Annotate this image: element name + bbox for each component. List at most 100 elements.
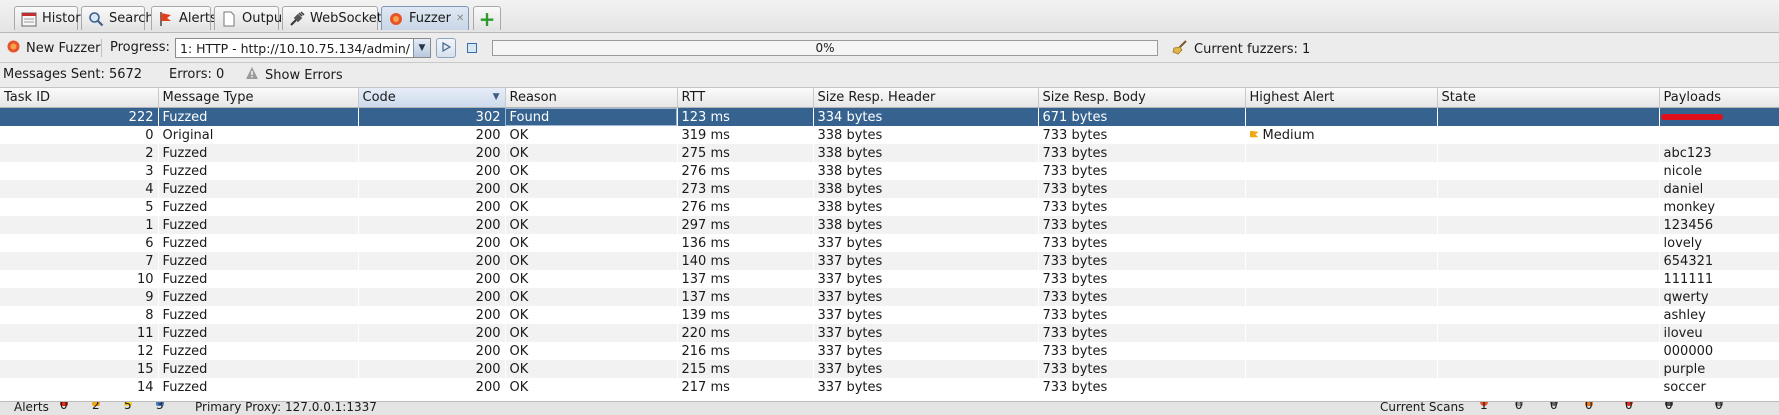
cell-type: Fuzzed bbox=[162, 199, 208, 215]
cell-body: 733 bytes bbox=[1038, 324, 1245, 342]
cell-id: 8 bbox=[145, 307, 154, 323]
table-row[interactable]: 4 Fuzzed 200 OK 273 ms 338 bytes 733 bytes dani… bbox=[0, 180, 1779, 198]
show-errors-button[interactable]: Show Errors bbox=[245, 66, 343, 84]
cell-reason: OK bbox=[509, 235, 529, 251]
table-row[interactable]: 6 Fuzzed 200 OK 136 ms 337 bytes 733 bytes love… bbox=[0, 234, 1779, 252]
cell-reason: OK bbox=[505, 144, 677, 162]
progress-select-value: 1: HTTP - http://10.10.75.134/admin/ bbox=[180, 40, 410, 56]
cell-code: 200 bbox=[475, 271, 501, 287]
table-row[interactable]: 2 Fuzzed 200 OK 275 ms 338 bytes 733 bytes abc1… bbox=[0, 144, 1779, 162]
stop-icon bbox=[467, 43, 477, 53]
cell-code: 200 bbox=[475, 127, 501, 143]
table-row[interactable]: 15 Fuzzed 200 OK 215 ms 337 bytes 733 bytes pur… bbox=[0, 360, 1779, 378]
cell-reason: OK bbox=[505, 252, 677, 270]
cell-hdr: 338 bytes bbox=[813, 216, 1038, 234]
cell-rtt: 276 ms bbox=[681, 163, 730, 179]
column-header-highest-alert[interactable]: Highest Alert bbox=[1245, 88, 1438, 108]
table-row[interactable]: 8 Fuzzed 200 OK 139 ms 337 bytes 733 bytes ashl… bbox=[0, 306, 1779, 324]
cell-rtt: 139 ms bbox=[681, 307, 730, 323]
cell-id: 11 bbox=[0, 324, 158, 342]
chevron-down-icon[interactable]: ▼ bbox=[413, 39, 430, 57]
footer-alerts-label: Alerts bbox=[14, 401, 49, 414]
column-header-state[interactable]: State bbox=[1437, 88, 1660, 108]
cell-payload: qwerty bbox=[1659, 288, 1779, 306]
cell-rtt: 123 ms bbox=[677, 107, 813, 126]
cell-body: 733 bytes bbox=[1038, 216, 1245, 234]
cell-payload: purple bbox=[1659, 360, 1779, 378]
column-header-reason[interactable]: Reason bbox=[505, 88, 678, 108]
progress-bar-text: 0% bbox=[815, 41, 835, 55]
plug-icon bbox=[289, 10, 305, 27]
cell-code: 200 bbox=[358, 360, 505, 378]
cell-reason: OK bbox=[509, 127, 529, 143]
cell-state bbox=[1437, 360, 1659, 378]
cell-rtt: 220 ms bbox=[677, 324, 813, 342]
column-header-task-id[interactable]: Task ID bbox=[0, 88, 159, 108]
table-row[interactable]: 3 Fuzzed 200 OK 276 ms 338 bytes 733 bytes nico… bbox=[0, 162, 1779, 180]
table-row[interactable]: 1 Fuzzed 200 OK 297 ms 338 bytes 733 bytes 1234… bbox=[0, 216, 1779, 234]
table-row[interactable]: 222 Fuzzed 302 Found 123 ms 334 bytes 671 byte… bbox=[0, 107, 1779, 126]
cell-id: 3 bbox=[145, 163, 154, 179]
cell-reason: OK bbox=[509, 379, 529, 395]
table-row[interactable]: 12 Fuzzed 200 OK 216 ms 337 bytes 733 bytes 000… bbox=[0, 342, 1779, 360]
column-header-message-type[interactable]: Message Type bbox=[158, 88, 359, 108]
cell-code: 200 bbox=[358, 288, 505, 306]
table-row[interactable]: 9 Fuzzed 200 OK 137 ms 337 bytes 733 bytes qwer… bbox=[0, 288, 1779, 306]
cell-alert bbox=[1245, 378, 1437, 396]
broom-icon[interactable] bbox=[1172, 39, 1188, 59]
cell-payload: monkey bbox=[1663, 199, 1716, 215]
cell-body: 733 bytes bbox=[1042, 199, 1108, 215]
cell-code: 200 bbox=[475, 235, 501, 251]
cell-code: 200 bbox=[358, 252, 505, 270]
table-row[interactable]: 0 Original 200 OK 319 ms 338 bytes 733 bytes Me… bbox=[0, 126, 1779, 144]
pin-icon[interactable]: ✕ bbox=[456, 13, 464, 24]
flag-icon bbox=[158, 11, 174, 27]
tab-fuzzer[interactable]: Fuzzer ✕ bbox=[381, 6, 469, 30]
cell-reason: OK bbox=[509, 163, 529, 179]
cell-body: 671 bytes bbox=[1038, 107, 1245, 126]
table-row[interactable]: 14 Fuzzed 200 OK 217 ms 337 bytes 733 bytes soc… bbox=[0, 378, 1779, 396]
cell-code: 200 bbox=[475, 307, 501, 323]
tab-output[interactable]: Output bbox=[214, 6, 287, 30]
cell-alert bbox=[1245, 288, 1437, 306]
column-header-size-resp-header[interactable]: Size Resp. Header bbox=[813, 88, 1039, 108]
cell-reason: OK bbox=[509, 271, 529, 287]
tab-search[interactable]: Search bbox=[81, 6, 154, 30]
cell-type: Fuzzed bbox=[158, 288, 358, 306]
tab-alerts[interactable]: Alerts bbox=[151, 6, 217, 30]
tab-websockets[interactable]: WebSockets bbox=[282, 6, 389, 30]
cell-alert bbox=[1245, 144, 1437, 162]
column-header-rtt[interactable]: RTT bbox=[677, 88, 814, 108]
column-header-size-resp-body[interactable]: Size Resp. Body bbox=[1038, 88, 1246, 108]
cell-code: 200 bbox=[475, 199, 501, 215]
new-fuzzer-button[interactable]: New Fuzzer bbox=[6, 38, 100, 58]
cell-alert bbox=[1245, 216, 1437, 234]
cell-hdr: 337 bytes bbox=[813, 252, 1038, 270]
add-tab-button[interactable]: + bbox=[473, 6, 501, 30]
cell-type: Fuzzed bbox=[158, 107, 358, 126]
cell-rtt: 275 ms bbox=[677, 144, 813, 162]
cell-rtt: 136 ms bbox=[681, 235, 730, 251]
progress-bar: 0% bbox=[492, 40, 1158, 56]
progress-select[interactable]: 1: HTTP - http://10.10.75.134/admin/ ▼ bbox=[175, 38, 431, 58]
cell-type: Fuzzed bbox=[158, 252, 358, 270]
table-row[interactable]: 7 Fuzzed 200 OK 140 ms 337 bytes 733 bytes 6543… bbox=[0, 252, 1779, 270]
column-header-code[interactable]: Code ▼ bbox=[358, 88, 506, 108]
table-row[interactable]: 11 Fuzzed 200 OK 220 ms 337 bytes 733 bytes ilo… bbox=[0, 324, 1779, 342]
table-row[interactable]: 5 Fuzzed 200 OK 276 ms 338 bytes 733 bytes monk… bbox=[0, 198, 1779, 216]
cell-id: 1 bbox=[0, 216, 158, 234]
cell-state bbox=[1437, 234, 1659, 252]
medium-flag-icon bbox=[1249, 130, 1259, 138]
table-row[interactable]: 10 Fuzzed 200 OK 137 ms 337 bytes 733 bytes 111… bbox=[0, 270, 1779, 288]
cell-code: 200 bbox=[475, 163, 501, 179]
cell-payload: daniel bbox=[1659, 180, 1779, 198]
tab-history[interactable]: History bbox=[14, 6, 88, 30]
fuzzer-status-bar: Messages Sent: 5672 Errors: 0 Show Error… bbox=[0, 63, 1779, 88]
cell-reason: OK bbox=[505, 288, 677, 306]
column-header-payloads[interactable]: Payloads bbox=[1659, 88, 1779, 108]
resume-button[interactable] bbox=[436, 38, 456, 58]
cell-body: 733 bytes bbox=[1042, 235, 1108, 251]
fuzzer-toolbar: New Fuzzer Progress: 1: HTTP - http://10… bbox=[0, 33, 1779, 63]
stop-button[interactable] bbox=[462, 38, 482, 58]
cell-id: 9 bbox=[0, 288, 158, 306]
